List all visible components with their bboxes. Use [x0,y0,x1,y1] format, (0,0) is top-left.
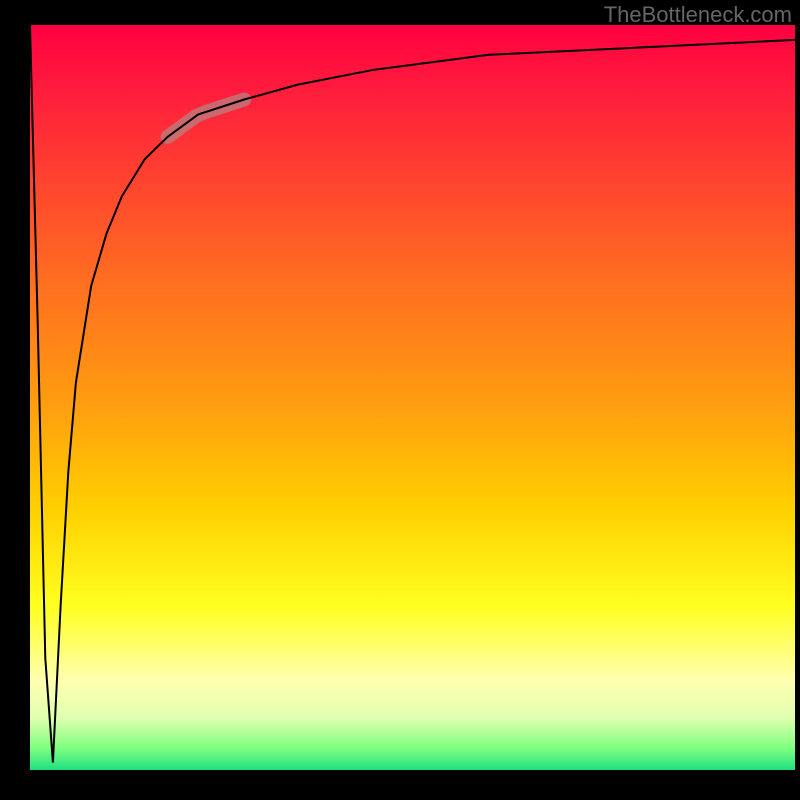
attribution-text: TheBottleneck.com [604,2,792,28]
bottleneck-curve [30,25,795,763]
chart-curve-layer [30,25,795,770]
curve-highlight-segment [168,100,245,137]
